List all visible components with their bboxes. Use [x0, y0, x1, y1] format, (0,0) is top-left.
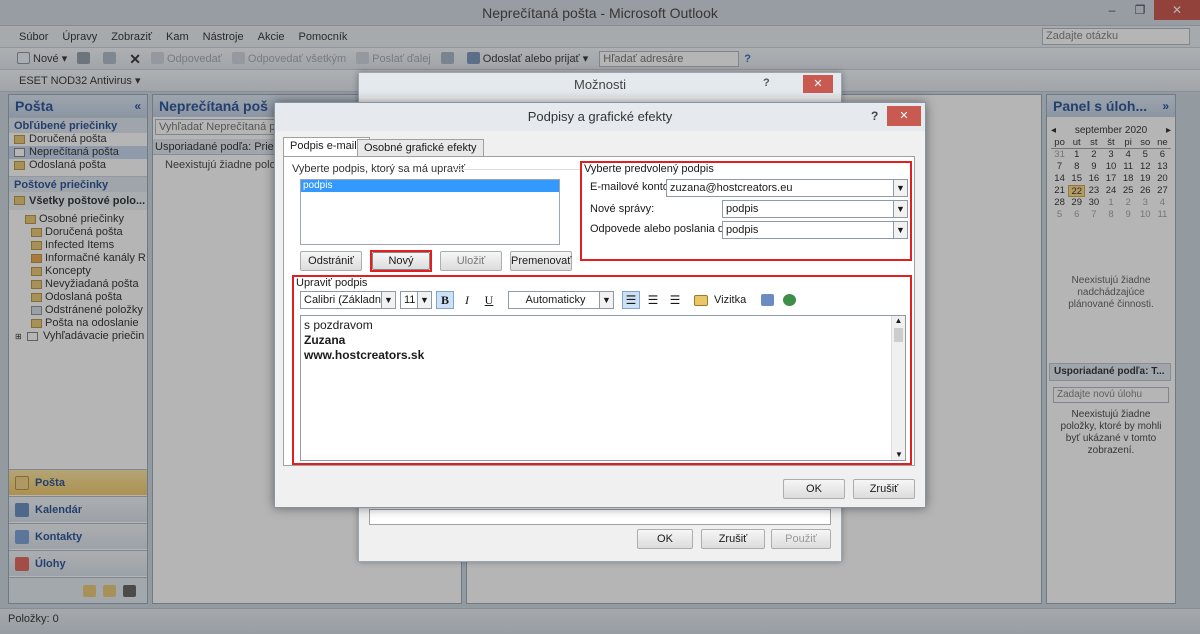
options-cancel-button[interactable]: Zrušiť [701, 529, 765, 549]
email-signature-tab-page: Vyberte podpis, ktorý sa má upraviť podp… [283, 156, 915, 466]
new-messages-select[interactable]: podpis ▼ [722, 200, 908, 218]
replies-forwards-value: podpis [726, 224, 759, 236]
font-select[interactable]: Calibri (Základný te: ▼ [300, 291, 396, 309]
dropdown-arrow-icon: ▼ [381, 292, 395, 308]
format-toolbar: Calibri (Základný te: ▼ 11 ▼ B I U Automat… [300, 291, 798, 309]
replies-forwards-select[interactable]: podpis ▼ [722, 221, 908, 239]
dropdown-arrow-icon: ▼ [893, 201, 907, 217]
signatures-help-icon[interactable]: ? [871, 109, 878, 123]
insert-picture-button[interactable] [758, 291, 776, 309]
new-messages-label: Nové správy: [590, 203, 655, 215]
options-panel-frame [369, 509, 831, 525]
divider [454, 169, 580, 170]
default-signature-group: Vyberte predvolený podpis E-mailové kont… [580, 161, 912, 261]
new-signature-highlight: Nový [370, 250, 432, 272]
business-card-icon [694, 294, 708, 306]
new-messages-value: podpis [726, 203, 759, 215]
signature-line-website: www.hostcreators.sk [304, 348, 425, 362]
dropdown-arrow-icon: ▼ [599, 292, 613, 308]
align-right-icon: ☰ [669, 293, 681, 307]
bold-button[interactable]: B [436, 291, 454, 309]
options-apply-button[interactable]: Použiť [771, 529, 831, 549]
email-account-select[interactable]: zuzana@hostcreators.eu ▼ [666, 179, 908, 197]
align-left-button[interactable]: ☰ [622, 291, 640, 309]
tab-personal-stationery[interactable]: Osobné grafické efekty [357, 139, 484, 157]
insert-hyperlink-button[interactable] [780, 291, 798, 309]
signatures-dialog-title: Podpisy a grafické efekty [275, 103, 925, 131]
new-signature-button[interactable]: Nový [372, 252, 430, 270]
signatures-cancel-button[interactable]: Zrušiť [853, 479, 915, 499]
italic-button[interactable]: I [458, 291, 476, 309]
dropdown-arrow-icon: ▼ [893, 222, 907, 238]
hyperlink-icon [782, 294, 796, 306]
align-left-icon: ☰ [625, 293, 637, 307]
font-color-select[interactable]: Automaticky ▼ [508, 291, 614, 309]
scroll-thumb[interactable] [894, 328, 903, 342]
options-close-button[interactable]: ✕ [803, 75, 833, 93]
signature-editor[interactable]: s pozdravom Zuzana www.hostcreators.sk ▲… [300, 315, 906, 461]
email-account-value: zuzana@hostcreators.eu [670, 182, 793, 194]
default-signature-title: Vyberte predvolený podpis [584, 163, 714, 175]
font-size-select[interactable]: 11 ▼ [400, 291, 432, 309]
business-card-button[interactable]: Vizitka [694, 294, 746, 306]
signature-list-item[interactable]: podpis [301, 180, 559, 192]
select-signature-label: Vyberte podpis, ktorý sa má upraviť [292, 163, 466, 175]
signatures-ok-button[interactable]: OK [783, 479, 845, 499]
signatures-close-button[interactable]: ✕ [887, 106, 921, 126]
signature-list[interactable]: podpis [300, 179, 560, 245]
options-help-icon[interactable]: ? [763, 77, 770, 89]
align-center-button[interactable]: ☰ [644, 291, 662, 309]
dropdown-arrow-icon: ▼ [893, 180, 907, 196]
dropdown-arrow-icon: ▼ [417, 292, 431, 308]
options-ok-button[interactable]: OK [637, 529, 693, 549]
rename-signature-button[interactable]: Premenovať [510, 251, 572, 271]
edit-signature-group: Upraviť podpis Calibri (Základný te: ▼ 11… [292, 275, 912, 465]
scroll-down-icon[interactable]: ▼ [892, 450, 906, 460]
signatures-dialog: Podpisy a grafické efekty ? ✕ Podpis e-m… [274, 102, 926, 508]
align-center-icon: ☰ [647, 293, 659, 307]
signature-line-name: Zuzana [304, 333, 346, 347]
font-size-value: 11 [404, 294, 416, 306]
save-signature-button[interactable]: Uložiť [440, 251, 502, 271]
scroll-up-icon[interactable]: ▲ [892, 316, 905, 326]
editor-scrollbar[interactable]: ▲ ▼ [891, 316, 905, 460]
email-account-label: E-mailové konto: [590, 181, 672, 193]
business-card-label: Vizitka [714, 294, 747, 306]
underline-button[interactable]: U [480, 291, 498, 309]
align-right-button[interactable]: ☰ [666, 291, 684, 309]
signature-line-greeting: s pozdravom [304, 318, 373, 332]
font-color-value: Automaticky [525, 294, 586, 306]
picture-icon [760, 294, 774, 306]
delete-signature-button[interactable]: Odstrániť [300, 251, 362, 271]
edit-signature-title: Upraviť podpis [296, 277, 368, 289]
